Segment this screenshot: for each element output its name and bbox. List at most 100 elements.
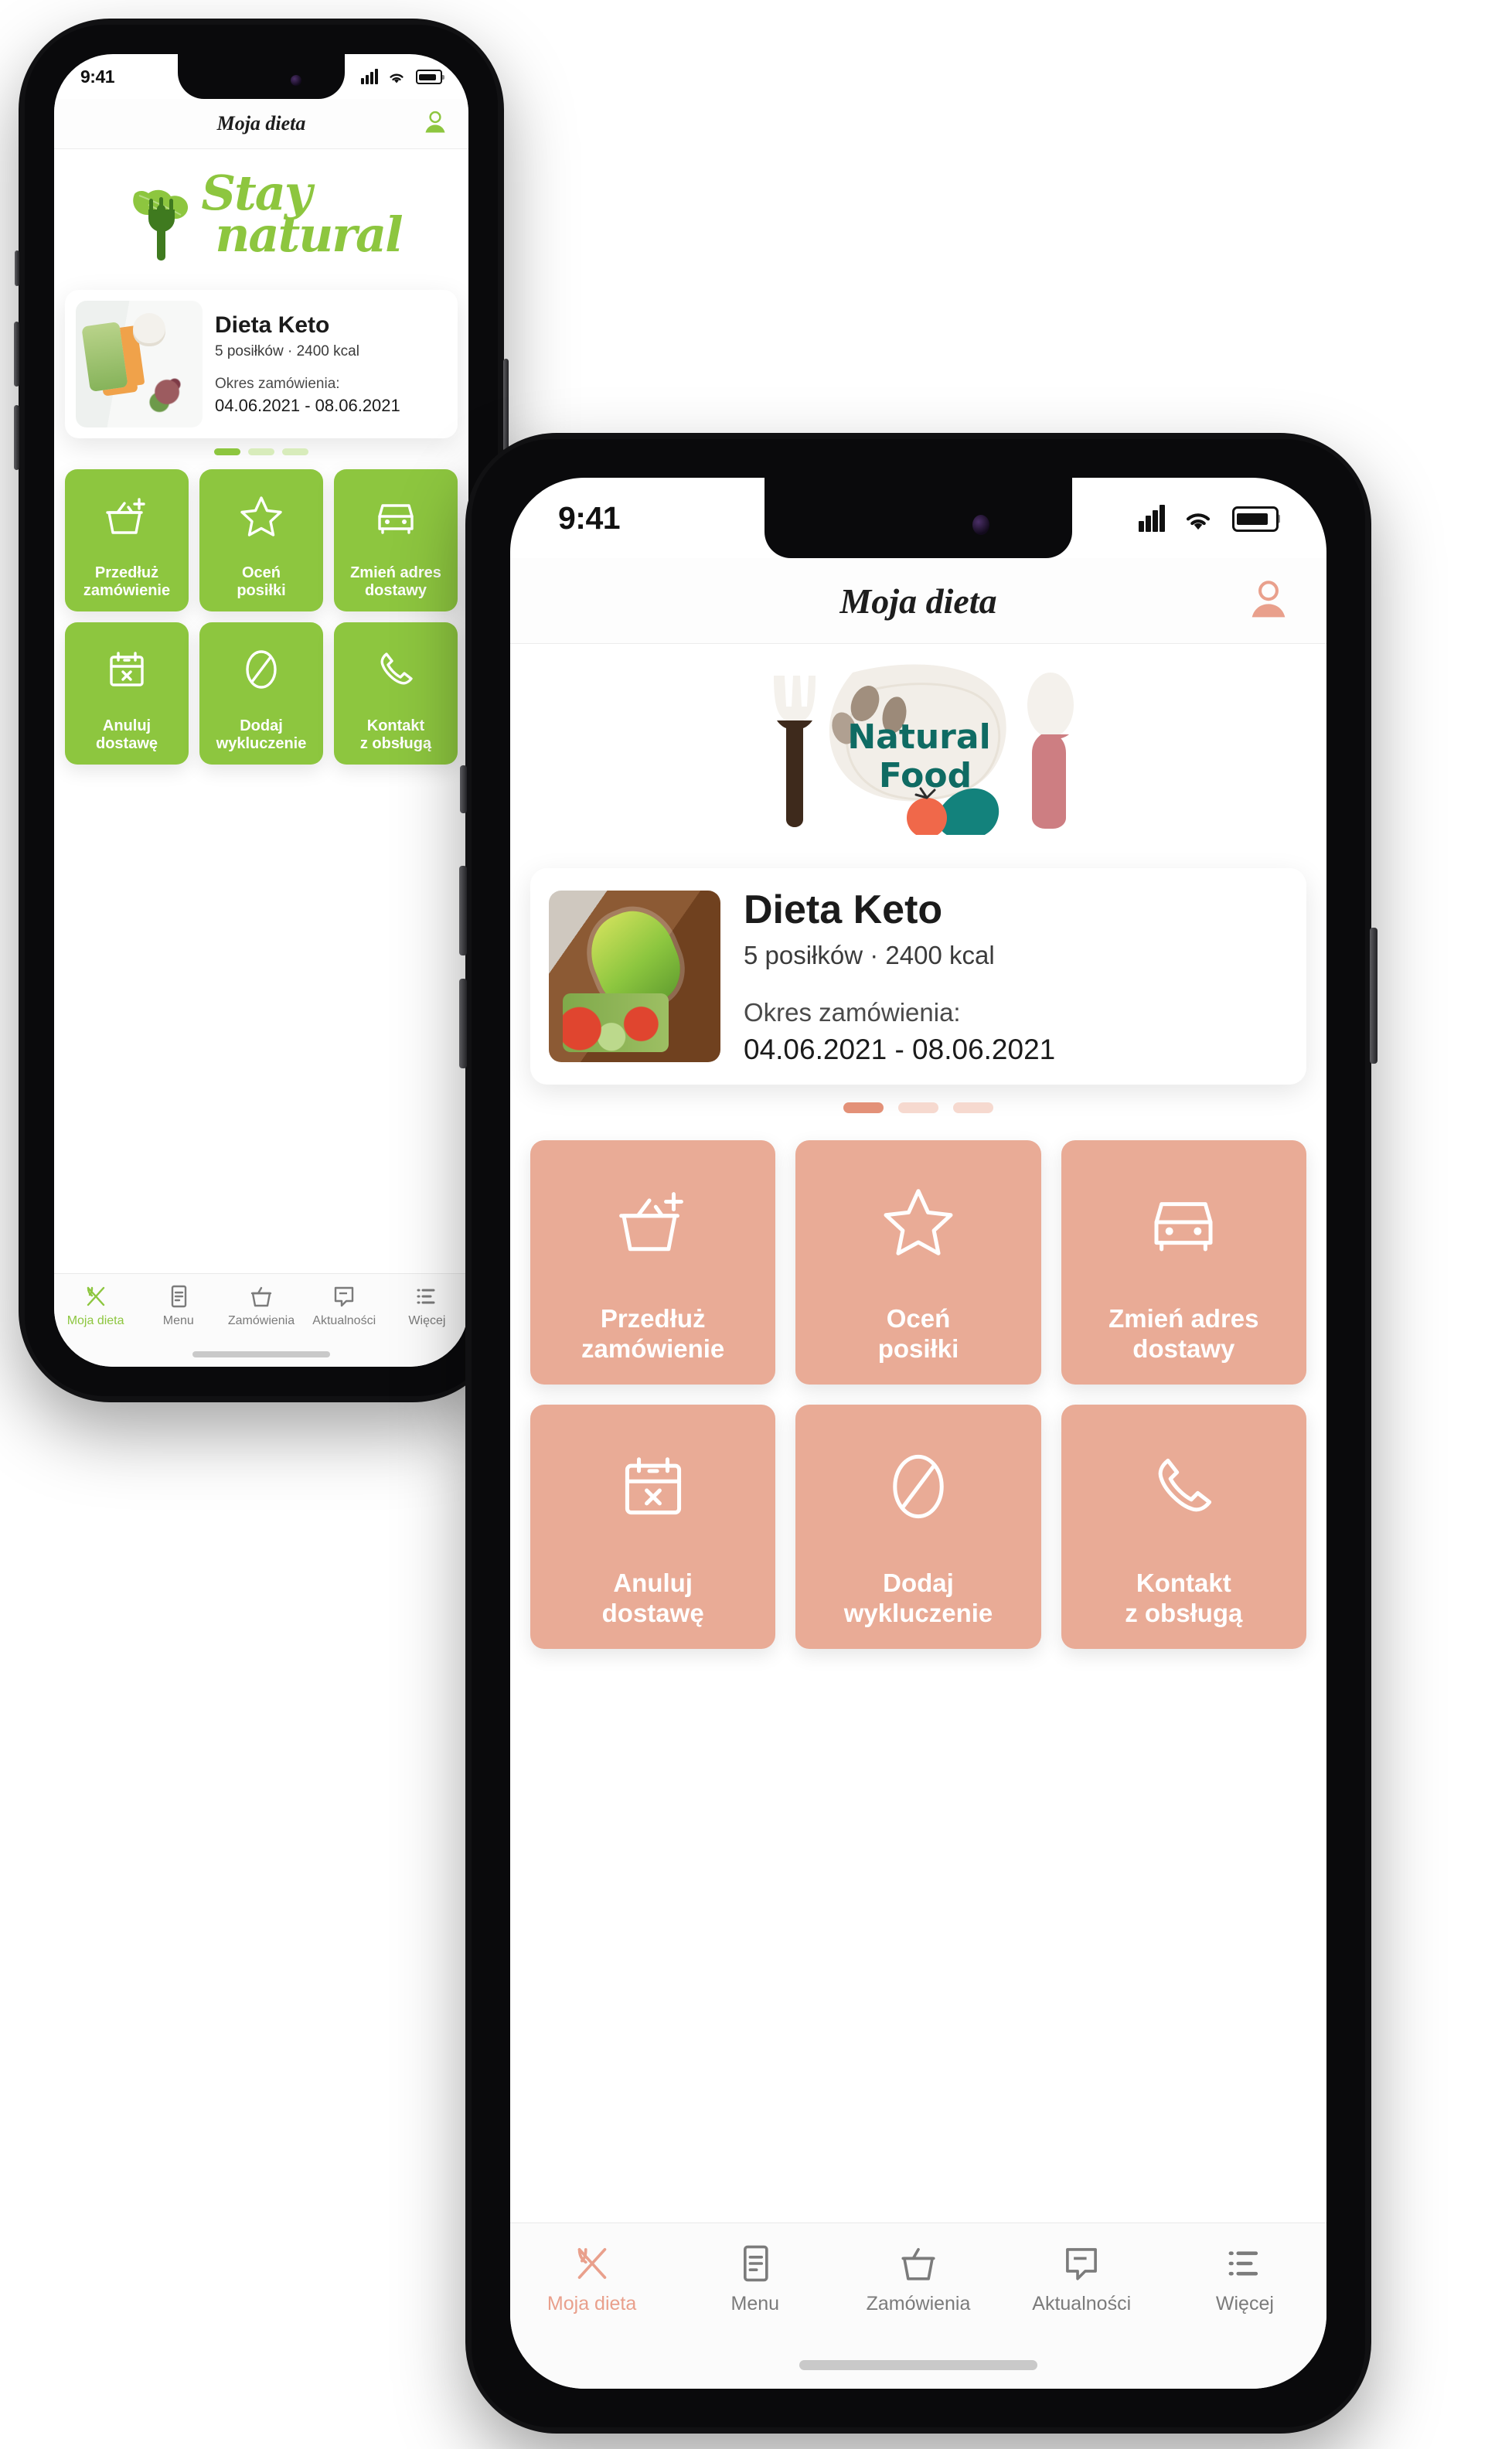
tile-change-address[interactable]: Zmień adres dostawy bbox=[334, 469, 458, 611]
calendar-x-icon bbox=[530, 1405, 775, 1569]
phone-screen-front: 9:41 Moja dieta Natural Food Dieta Keto … bbox=[510, 478, 1326, 2389]
tile-add-exclusion[interactable]: Dodaj wykluczenie bbox=[199, 622, 323, 765]
document-list-icon bbox=[165, 1283, 192, 1310]
tab-wiecej[interactable]: Więcej bbox=[1163, 2242, 1326, 2315]
tile-cancel-delivery[interactable]: Anuluj dostawę bbox=[530, 1405, 776, 1649]
no-entry-icon bbox=[795, 1405, 1040, 1569]
brand-word-2: natural bbox=[215, 206, 403, 263]
home-indicator bbox=[192, 1351, 330, 1357]
car-icon bbox=[334, 469, 458, 564]
tile-change-address[interactable]: Zmień adres dostawy bbox=[1061, 1140, 1306, 1385]
diet-card[interactable]: Dieta Keto 5 posiłków · 2400 kcal Okres … bbox=[65, 290, 458, 438]
tile-add-exclusion[interactable]: Dodaj wykluczenie bbox=[795, 1405, 1041, 1649]
tab-menu[interactable]: Menu bbox=[137, 1283, 220, 1328]
car-icon bbox=[1061, 1140, 1306, 1304]
tile-contact-support[interactable]: Kontakt z obsługą bbox=[1061, 1405, 1306, 1649]
tile-label: Przedłuż zamówienie bbox=[83, 564, 171, 600]
battery-icon bbox=[416, 70, 442, 84]
diet-subtitle: 5 posiłków · 2400 kcal bbox=[215, 343, 359, 359]
tab-wiecej[interactable]: Więcej bbox=[386, 1283, 468, 1328]
tab-aktualnosci[interactable]: Aktualności bbox=[303, 1283, 386, 1328]
tile-label: Dodaj wykluczenie bbox=[216, 717, 307, 753]
basket-plus-icon bbox=[530, 1140, 775, 1304]
tab-aktualnosci[interactable]: Aktualności bbox=[1000, 2242, 1163, 2315]
carousel-dots[interactable] bbox=[510, 1085, 1326, 1131]
volume-down-button bbox=[459, 979, 467, 1068]
crossed-cutlery-icon bbox=[83, 1283, 109, 1310]
tab-label: Zamówienia bbox=[866, 2293, 971, 2314]
tile-cancel-delivery[interactable]: Anuluj dostawę bbox=[65, 622, 189, 765]
tab-label: Więcej bbox=[1215, 2293, 1274, 2314]
phone-mockup-front: 9:41 Moja dieta Natural Food Dieta Keto … bbox=[459, 433, 1377, 2434]
app-header: Moja dieta bbox=[510, 558, 1326, 644]
tile-label: Anuluj dostawę bbox=[95, 717, 158, 753]
calendar-x-icon bbox=[65, 622, 189, 717]
order-period-value: 04.06.2021 - 08.06.2021 bbox=[744, 1034, 1056, 1065]
battery-icon bbox=[1232, 506, 1279, 532]
tile-extend-order[interactable]: Przedłuż zamówienie bbox=[530, 1140, 776, 1385]
notch bbox=[765, 478, 1072, 558]
tab-zamowienia[interactable]: Zamówienia bbox=[836, 2242, 999, 2315]
diet-photo bbox=[76, 301, 203, 427]
tile-label: Zmień adres dostawy bbox=[1108, 1304, 1259, 1364]
tile-label: Kontakt z obsługą bbox=[359, 717, 432, 753]
order-period-value: 04.06.2021 - 08.06.2021 bbox=[215, 396, 400, 415]
phone-icon bbox=[1061, 1405, 1306, 1569]
list-icon bbox=[414, 1283, 440, 1310]
action-tiles-grid: Przedłuż zamówienie Oceń posiłki Zmień adr… bbox=[54, 465, 468, 765]
app-header: Moja dieta bbox=[54, 99, 468, 149]
diet-photo bbox=[549, 891, 720, 1062]
tile-label: Oceń posiłki bbox=[877, 1304, 959, 1364]
brand-logo-natural-food: Natural Food bbox=[510, 644, 1326, 851]
screenshot-stage: 9:41 Moja dieta Stay natural Dieta Keto … bbox=[0, 0, 1512, 2449]
list-icon bbox=[1223, 2242, 1266, 2285]
volume-up-button bbox=[14, 322, 19, 387]
tile-label: Anuluj dostawę bbox=[601, 1569, 704, 1628]
tile-extend-order[interactable]: Przedłuż zamówienie bbox=[65, 469, 189, 611]
tile-contact-support[interactable]: Kontakt z obsługą bbox=[334, 622, 458, 765]
carousel-dots[interactable] bbox=[54, 438, 468, 465]
tile-rate-meals[interactable]: Oceń posiłki bbox=[795, 1140, 1041, 1385]
diet-title: Dieta Keto bbox=[215, 312, 330, 338]
tab-moja-dieta[interactable]: Moja dieta bbox=[54, 1283, 137, 1328]
mute-switch bbox=[15, 250, 19, 286]
power-button bbox=[1370, 928, 1377, 1064]
user-avatar-icon[interactable] bbox=[1246, 577, 1291, 625]
mute-switch bbox=[460, 765, 467, 813]
star-icon bbox=[199, 469, 323, 564]
status-time: 9:41 bbox=[80, 66, 115, 87]
tile-label: Zmień adres dostawy bbox=[350, 564, 441, 600]
tab-label: Zamówienia bbox=[227, 1314, 295, 1327]
tab-label: Aktualności bbox=[1032, 2293, 1132, 2314]
tab-label: Menu bbox=[730, 2293, 780, 2314]
home-indicator bbox=[799, 2360, 1037, 2370]
basket-icon bbox=[248, 1283, 274, 1310]
tile-rate-meals[interactable]: Oceń posiłki bbox=[199, 469, 323, 611]
volume-up-button bbox=[459, 866, 467, 955]
no-entry-icon bbox=[199, 622, 323, 717]
basket-icon bbox=[897, 2242, 940, 2285]
tab-menu[interactable]: Menu bbox=[673, 2242, 836, 2315]
status-time: 9:41 bbox=[558, 499, 621, 536]
diet-title: Dieta Keto bbox=[744, 887, 943, 932]
plate-cutlery-icon: Natural Food bbox=[774, 663, 1074, 840]
brand-word-2: Food bbox=[879, 756, 972, 795]
brand-word-1: Natural bbox=[847, 717, 990, 757]
speech-bubble-icon bbox=[1060, 2242, 1103, 2285]
tab-label: Aktualności bbox=[312, 1314, 376, 1327]
phone-mockup-back: 9:41 Moja dieta Stay natural Dieta Keto … bbox=[14, 19, 509, 1402]
wifi-icon bbox=[1182, 507, 1214, 532]
phone-screen-back: 9:41 Moja dieta Stay natural Dieta Keto … bbox=[54, 54, 468, 1367]
page-title: Moja dieta bbox=[216, 112, 306, 135]
star-icon bbox=[795, 1140, 1040, 1304]
cellular-signal-icon bbox=[360, 69, 378, 84]
user-avatar-icon[interactable] bbox=[422, 109, 448, 139]
leaf-fork-icon bbox=[133, 189, 189, 261]
tab-moja-dieta[interactable]: Moja dieta bbox=[510, 2242, 673, 2315]
power-button bbox=[503, 359, 509, 451]
tab-zamowienia[interactable]: Zamówienia bbox=[220, 1283, 302, 1328]
diet-card[interactable]: Dieta Keto 5 posiłków · 2400 kcal Okres … bbox=[530, 868, 1306, 1085]
cellular-signal-icon bbox=[1138, 504, 1165, 532]
phone-icon bbox=[334, 622, 458, 717]
basket-plus-icon bbox=[65, 469, 189, 564]
